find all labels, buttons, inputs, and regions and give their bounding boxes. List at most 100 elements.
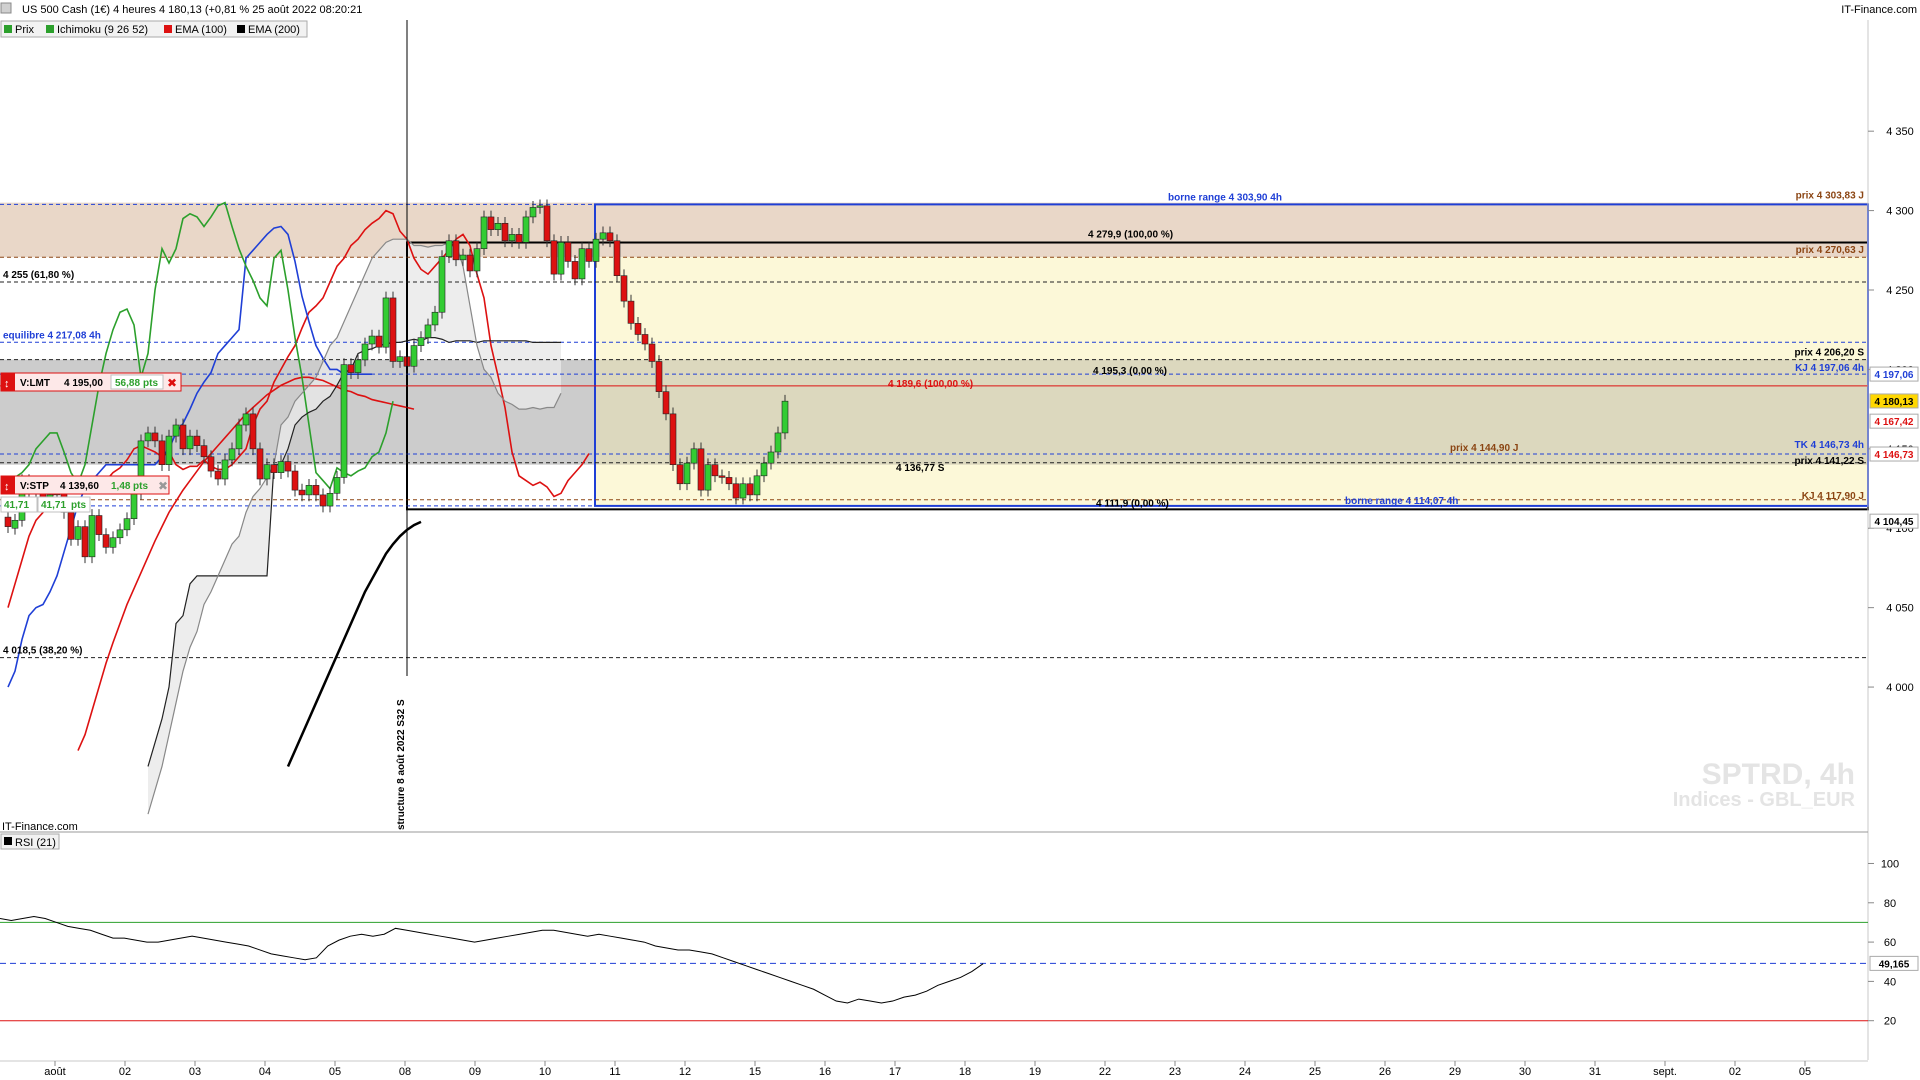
source-label: IT-Finance.com — [1841, 4, 1917, 16]
legend-item-prix[interactable]: Prix — [15, 24, 34, 36]
limit-order-pts-unit: pts — [143, 378, 158, 389]
candle-body — [263, 464, 271, 480]
limit-order-widget[interactable]: ↕ V:LMT 4 195,00 56,88 pts ✖ — [0, 372, 182, 392]
stop-order-price: 4 139,60 — [60, 481, 99, 492]
candle-body — [179, 424, 187, 450]
x-tick-label: 15 — [749, 1066, 761, 1078]
candle-body — [508, 234, 516, 242]
candle-body — [781, 400, 789, 434]
candle-body — [571, 261, 579, 280]
candle-body — [718, 475, 726, 478]
candle-body — [270, 464, 278, 473]
limit-order-close-icon[interactable]: ✖ — [167, 376, 177, 390]
candle-body — [102, 534, 110, 548]
rsi-label: RSI (21) — [15, 837, 56, 849]
candle-body — [207, 456, 215, 472]
candle-body — [123, 518, 131, 531]
candle-body — [669, 413, 677, 466]
candle-body — [347, 364, 355, 373]
x-tick-label: 10 — [539, 1066, 551, 1078]
stop-order-pts-unit: pts — [133, 481, 148, 492]
candle-body — [144, 432, 152, 442]
stop-order-pts: 1,48 — [111, 481, 131, 492]
x-tick-label: 18 — [959, 1066, 971, 1078]
candle-body — [522, 216, 530, 243]
x-tick-label: août — [44, 1066, 65, 1078]
candle-body — [277, 461, 285, 473]
candle-body — [74, 526, 82, 540]
chart-area[interactable]: US 500 Cash (1€) 4 heures 4 180,13 (+0,8… — [0, 0, 1920, 1080]
candle-body — [564, 242, 572, 262]
candle-body — [4, 516, 12, 527]
candle-body — [613, 240, 621, 277]
legend-item-ema200[interactable]: EMA (200) — [248, 24, 300, 36]
x-tick-label: 09 — [469, 1066, 481, 1078]
x-tick-label: 16 — [819, 1066, 831, 1078]
x-tick-label: 05 — [329, 1066, 341, 1078]
x-tick-label: 26 — [1379, 1066, 1391, 1078]
y-tick-label: 4 350 — [1886, 126, 1914, 138]
candle-body — [389, 297, 397, 362]
candle-body — [256, 448, 264, 480]
candle-body — [242, 413, 250, 426]
candle-body — [291, 470, 299, 491]
zone-top-brown — [0, 202, 1868, 258]
candle-body — [739, 483, 747, 499]
watermark-market: Indices - GBL_EUR — [1673, 789, 1856, 811]
stop-order-label: V:STP — [20, 481, 49, 492]
rsi-tick-label: 60 — [1884, 937, 1896, 949]
candle-body — [298, 489, 306, 496]
candle-body — [466, 254, 474, 272]
candle-body — [515, 234, 523, 243]
candle-body — [200, 445, 208, 458]
candle-body — [186, 435, 194, 450]
candle-body — [494, 222, 502, 230]
candle-body — [249, 413, 257, 450]
stop-sub-unit: pts — [71, 500, 86, 511]
legend-item-ichimoku[interactable]: Ichimoku (9 26 52) — [57, 24, 148, 36]
stop-order-close-icon[interactable]: ✖ — [158, 479, 168, 493]
y-tick-label: 4 000 — [1886, 682, 1914, 694]
candle-body — [228, 448, 236, 461]
x-tick-label: 12 — [679, 1066, 691, 1078]
candle-body — [81, 526, 89, 558]
limit-order-price: 4 195,00 — [64, 378, 103, 389]
candle-body — [459, 254, 467, 261]
candle-body — [760, 462, 768, 477]
rsi-tick-label: 100 — [1881, 858, 1899, 870]
level-label-4: 4 255 (61,80 %) — [3, 270, 74, 281]
level-label-10: TK 4 146,73 4h — [1795, 440, 1864, 451]
candle-body — [746, 483, 754, 496]
candle-body — [193, 435, 201, 446]
rsi-tick-label: 40 — [1884, 976, 1896, 988]
candle-body — [88, 515, 96, 558]
candle-body — [725, 477, 733, 485]
legend-swatch-prix — [4, 25, 12, 33]
legend[interactable]: Prix Ichimoku (9 26 52) EMA (100) EMA (2… — [0, 20, 308, 38]
legend-item-ema100[interactable]: EMA (100) — [175, 24, 227, 36]
level-label-15: borne range 4 114,07 4h — [1345, 496, 1458, 507]
legend-swatch-ema200 — [237, 25, 245, 33]
candle-body — [375, 335, 383, 348]
candle-body — [578, 248, 586, 280]
level-label-8: 4 195,3 (0,00 %) — [1093, 366, 1167, 377]
candle-body — [774, 432, 782, 453]
level-label-12: prix 4 141,22 S — [1795, 456, 1865, 467]
candle-body — [634, 323, 642, 335]
candle-body — [592, 238, 600, 262]
candle-body — [655, 361, 663, 392]
level-label-1: prix 4 303,83 J — [1796, 190, 1864, 201]
candle-body — [704, 464, 712, 491]
candle-body — [438, 256, 446, 313]
x-tick-label: 25 — [1309, 1066, 1321, 1078]
x-tick-label: 11 — [609, 1066, 620, 1078]
level-label-0: borne range 4 303,90 4h — [1168, 192, 1282, 203]
x-tick-label: 19 — [1029, 1066, 1041, 1078]
x-tick-label: 22 — [1099, 1066, 1111, 1078]
candle-body — [305, 485, 313, 496]
level-label-6: prix 4 206,20 S — [1795, 348, 1865, 359]
candle-body — [557, 242, 565, 275]
candle-body — [11, 519, 19, 529]
background — [0, 0, 1920, 1080]
candle-body — [67, 512, 75, 540]
